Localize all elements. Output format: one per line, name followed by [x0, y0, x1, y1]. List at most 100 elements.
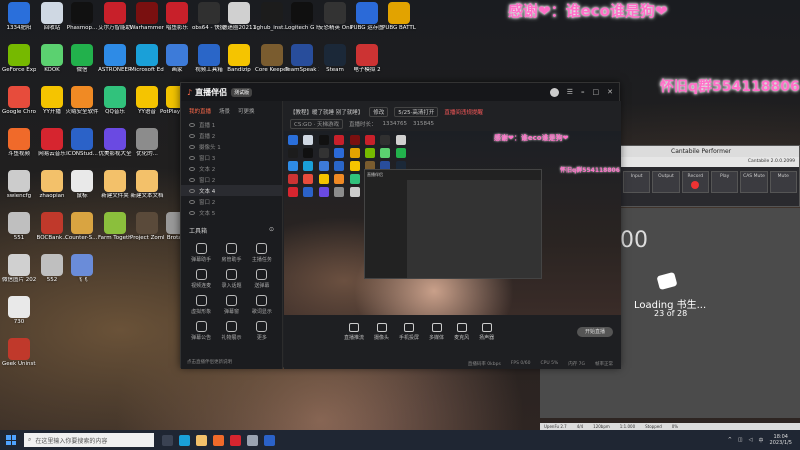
eye-icon[interactable]: [189, 144, 195, 149]
desktop-icon[interactable]: swiencfg: [2, 170, 36, 200]
tool-item[interactable]: 弹幕助手: [187, 243, 215, 263]
live-preview[interactable]: 直播伴侣 感谢❤：谁eco谁是狗❤ 怀旧q群554118806: [284, 131, 621, 315]
menu-icon[interactable]: ☰: [567, 88, 573, 97]
desktop-icon[interactable]: Core Keeper 快...: [255, 44, 289, 74]
bottom-tool-button[interactable]: 多媒体: [429, 323, 444, 341]
app-icon-orange[interactable]: [213, 434, 224, 446]
scene-item[interactable]: 文本 2: [181, 163, 282, 174]
eye-icon[interactable]: [189, 155, 195, 160]
desktop-icon[interactable]: 730: [2, 296, 36, 326]
desktop-icon[interactable]: KOOK: [35, 44, 69, 74]
volume-icon[interactable]: ◁: [749, 437, 753, 443]
desktop-icon[interactable]: BOCBank...: [35, 212, 69, 242]
cantabile-button[interactable]: Mute: [769, 171, 797, 193]
top-info-item[interactable]: 修改: [369, 107, 389, 117]
desktop-icon[interactable]: 新建文本文档: [130, 170, 164, 200]
tray-up-arrow-icon[interactable]: ^: [728, 437, 732, 443]
eye-icon[interactable]: [189, 188, 195, 193]
desktop-icon[interactable]: Project Zomboid: [130, 212, 164, 242]
cantabile-button[interactable]: Output: [652, 171, 680, 193]
desktop-icon[interactable]: Farm Together: [98, 212, 132, 242]
tool-item[interactable]: 更多: [248, 321, 276, 341]
desktop-icon[interactable]: 视频工具箱: [192, 44, 226, 74]
tool-item[interactable]: 录入话题: [217, 269, 245, 289]
desktop-icon[interactable]: 551: [2, 212, 36, 242]
desktop-icon[interactable]: zhaopian: [35, 170, 69, 200]
tool-item[interactable]: 弹幕窗: [217, 295, 245, 315]
desktop-icon[interactable]: TeamSpeak 3: [285, 44, 319, 74]
cantabile-button[interactable]: CAS Mute: [740, 171, 768, 193]
bottom-tool-button[interactable]: 手机投屏: [399, 323, 419, 341]
eye-icon[interactable]: [189, 122, 195, 127]
scene-item[interactable]: 文本 4: [181, 185, 282, 196]
eye-icon[interactable]: [189, 199, 195, 204]
clock[interactable]: 18:04 2023/1/5: [770, 434, 792, 447]
scene-item[interactable]: 文本 5: [181, 207, 282, 218]
desktop-icon[interactable]: Steam: [318, 44, 352, 74]
cantabile-button[interactable]: Record: [681, 171, 709, 193]
minimize-icon[interactable]: –: [581, 88, 585, 97]
tool-item[interactable]: 主播任务: [248, 243, 276, 263]
sidebar-tab[interactable]: 场景: [219, 107, 230, 115]
desktop-icon[interactable]: Logitech G HUB: [285, 2, 319, 32]
windows-start-icon[interactable]: [6, 435, 16, 445]
tools-more-icon[interactable]: ⊙: [269, 226, 274, 235]
cantabile-button[interactable]: Play: [710, 171, 739, 193]
taskbar-search-input[interactable]: ⌕ 在这里输入你要搜索的内容: [24, 433, 154, 447]
eye-icon[interactable]: [189, 133, 195, 138]
desktop-icon[interactable]: YY语音: [130, 86, 164, 116]
desktop-icon[interactable]: Geek Uninstaller: [2, 338, 36, 368]
maximize-icon[interactable]: □: [593, 88, 600, 97]
eye-icon[interactable]: [189, 210, 195, 215]
desktop-icon[interactable]: Phasmop...: [65, 2, 99, 32]
scene-item[interactable]: 摄像头 1: [181, 141, 282, 152]
desktop-icon[interactable]: QQ音乐: [98, 86, 132, 116]
top-stat-item[interactable]: CS:GO · 天梯游戏: [290, 119, 344, 129]
eye-icon[interactable]: [189, 177, 195, 182]
scene-item[interactable]: 直播 2: [181, 130, 282, 141]
avatar[interactable]: [549, 87, 559, 97]
eye-icon[interactable]: [189, 166, 195, 171]
edge-icon[interactable]: [179, 434, 190, 446]
app-icon-gray[interactable]: [247, 434, 258, 446]
tool-item[interactable]: 弹幕公告: [187, 321, 215, 341]
desktop-icon[interactable]: 反恐精英 Online: [318, 2, 352, 32]
network-icon[interactable]: ◫: [738, 437, 743, 443]
tool-item[interactable]: 礼物展示: [217, 321, 245, 341]
desktop-icon[interactable]: 微信图片 2022051...: [2, 254, 36, 284]
desktop-icon[interactable]: 唱鱼影乐: [160, 2, 194, 32]
desktop-icon[interactable]: Counter-S... Global Off...: [65, 212, 99, 242]
desktop-icon[interactable]: Google Chrome: [2, 86, 36, 116]
desktop-icon[interactable]: 画家: [160, 44, 194, 74]
tool-item[interactable]: 送弹幕: [248, 269, 276, 289]
desktop-icon[interactable]: 优化的...: [130, 128, 164, 158]
desktop-icon[interactable]: ICONStud...: [65, 128, 99, 158]
desktop-icon[interactable]: ASTRONEER: [98, 44, 132, 74]
desktop-icon[interactable]: 艾尔万智能助理: [98, 2, 132, 32]
desktop-icon[interactable]: Warhammer Vermintide...: [130, 2, 164, 32]
bottom-tool-button[interactable]: 麦克风: [454, 323, 469, 341]
sidebar-footer-text[interactable]: 点击直播伴侣更新说明: [187, 359, 232, 365]
desktop-icon[interactable]: 火绒安全软件: [65, 86, 99, 116]
sidebar-tab[interactable]: 可更换: [238, 107, 255, 115]
live-companion-window[interactable]: ♪ 直播伴侣 测试版 ☰ – □ ✕ 我的直播 场景 可更换 直播 1 直播 2 摄像头…: [180, 82, 621, 369]
desktop-icon[interactable]: 斗鱼视频: [2, 128, 36, 158]
bottom-tool-button[interactable]: 扬声器: [479, 323, 494, 341]
tool-item[interactable]: 房管助手: [217, 243, 245, 263]
scene-item[interactable]: 直播 1: [181, 119, 282, 130]
top-info-item[interactable]: 5/25·高清打开: [394, 107, 439, 117]
desktop-icon[interactable]: 飞飞: [65, 254, 99, 284]
tool-item[interactable]: 视频连麦: [187, 269, 215, 289]
desktop-icon[interactable]: 552: [35, 254, 69, 284]
desktop-icon[interactable]: 电子模拟 2: [350, 44, 384, 74]
app-icon-blue[interactable]: [264, 434, 275, 446]
bottom-tool-button[interactable]: 摄像头: [374, 323, 389, 341]
bottom-tool-button[interactable]: 直播推流: [344, 323, 364, 341]
desktop-icon[interactable]: 1334肥阳: [2, 2, 36, 32]
folder-icon[interactable]: [196, 434, 207, 446]
desktop-icon[interactable]: PUBG BATTLEGR...: [382, 2, 416, 32]
cantabile-button[interactable]: Input: [623, 171, 651, 193]
tool-item[interactable]: 虚拟形象: [187, 295, 215, 315]
desktop-icon[interactable]: 网易云音乐: [35, 128, 69, 158]
ime-icon[interactable]: 中: [759, 437, 764, 444]
